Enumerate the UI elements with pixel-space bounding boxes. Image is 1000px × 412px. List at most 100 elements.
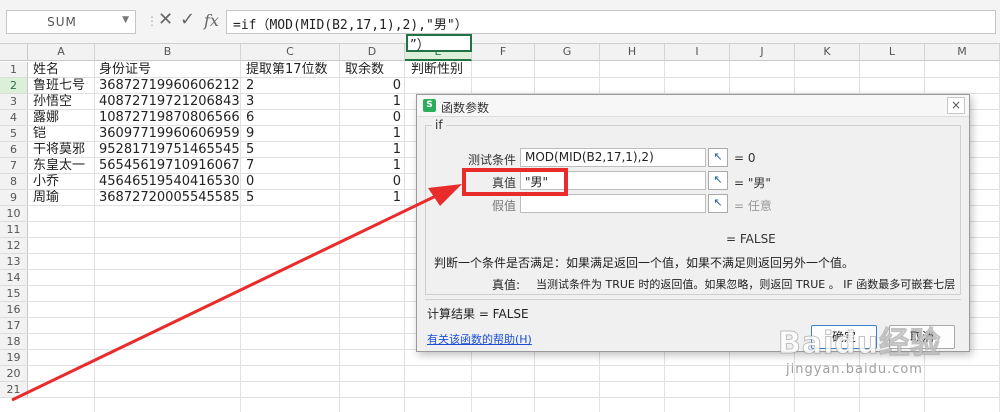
row-header-2[interactable]: 2 — [0, 78, 28, 94]
function-name: if — [432, 118, 446, 132]
row-header-21[interactable]: 21 — [0, 382, 28, 398]
column-header-a[interactable]: A — [28, 44, 95, 61]
range-picker-icon[interactable]: ↖ — [708, 194, 728, 213]
select-all-corner[interactable] — [0, 44, 28, 61]
close-icon[interactable]: × — [947, 97, 965, 114]
range-picker-icon[interactable]: ↖ — [708, 171, 728, 190]
fx-icon[interactable]: fx — [204, 11, 219, 30]
cell-id-number[interactable]: 456465195404165304 — [96, 174, 240, 190]
name-box[interactable]: SUM ▼ — [6, 10, 136, 34]
cell-remainder[interactable]: 0 — [342, 78, 404, 94]
cell-digit[interactable]: 9 — [243, 126, 339, 142]
row-header-14[interactable]: 14 — [0, 270, 28, 286]
row-header-5[interactable]: 5 — [0, 126, 28, 142]
cell-remainder[interactable]: 0 — [342, 174, 404, 190]
row-header-7[interactable]: 7 — [0, 158, 28, 174]
header-cell-gender[interactable]: 判断性别 — [408, 62, 470, 78]
cell-id-number[interactable]: 952817197514655451 — [96, 142, 240, 158]
function-description: 判断一个条件是否满足：如果满足返回一个值，如果不满足则返回另外一个值。 — [434, 256, 855, 270]
row-header-17[interactable]: 17 — [0, 318, 28, 334]
arg-input-false-value[interactable] — [520, 194, 706, 213]
function-arguments-dialog: S 函数参数 × if 测试条件 MOD(MID(B2,17,1),2) ↖ =… — [416, 94, 970, 352]
active-cell-text: ”） — [410, 38, 430, 53]
row-header-20[interactable]: 20 — [0, 366, 28, 382]
column-header-b[interactable]: B — [95, 44, 241, 61]
header-cell-digit[interactable]: 提取第17位数 — [243, 62, 339, 78]
row-header-10[interactable]: 10 — [0, 206, 28, 222]
chevron-down-icon[interactable]: ▼ — [122, 15, 129, 25]
header-cell-name[interactable]: 姓名 — [30, 62, 94, 78]
cell-name[interactable]: 露娜 — [30, 110, 94, 126]
dialog-title-bar[interactable]: S 函数参数 × — [417, 95, 969, 117]
wps-logo-icon: S — [423, 99, 436, 112]
row-header-4[interactable]: 4 — [0, 110, 28, 126]
cell-remainder[interactable]: 1 — [342, 158, 404, 174]
column-header-j[interactable]: J — [730, 44, 795, 61]
header-cell-remainder[interactable]: 取余数 — [342, 62, 404, 78]
row-header-3[interactable]: 3 — [0, 94, 28, 110]
active-cell-e2[interactable]: ”） — [406, 34, 472, 53]
cancel-icon[interactable]: ✕ — [158, 9, 173, 30]
cell-name[interactable]: 鲁班七号 — [30, 78, 94, 94]
cell-name[interactable]: 孙悟空 — [30, 94, 94, 110]
row-header-18[interactable]: 18 — [0, 334, 28, 350]
cell-remainder[interactable]: 1 — [342, 190, 404, 206]
column-header-d[interactable]: D — [340, 44, 405, 61]
row-header-19[interactable]: 19 — [0, 350, 28, 366]
cell-name[interactable]: 小乔 — [30, 174, 94, 190]
cell-remainder[interactable]: 1 — [342, 94, 404, 110]
cell-digit[interactable]: 5 — [243, 142, 339, 158]
column-header-i[interactable]: I — [665, 44, 730, 61]
dialog-title: 函数参数 — [441, 101, 490, 115]
cell-digit[interactable]: 2 — [243, 78, 339, 94]
cell-id-number[interactable]: 368727199606062125 — [96, 78, 240, 94]
row-header-12[interactable]: 12 — [0, 238, 28, 254]
row-header-13[interactable]: 13 — [0, 254, 28, 270]
column-header-l[interactable]: L — [860, 44, 925, 61]
cell-id-number[interactable]: 108727198708065665 — [96, 110, 240, 126]
cell-digit[interactable]: 0 — [243, 174, 339, 190]
argument-description: 当测试条件为 TRUE 时的返回值。如果忽略，则返回 TRUE 。 IF 函数最… — [536, 278, 956, 291]
row-header-6[interactable]: 6 — [0, 142, 28, 158]
row-header-16[interactable]: 16 — [0, 302, 28, 318]
cell-name[interactable]: 铠 — [30, 126, 94, 142]
column-header-c[interactable]: C — [241, 44, 340, 61]
cell-name[interactable]: 干将莫邪 — [30, 142, 94, 158]
cell-name[interactable]: 周瑜 — [30, 190, 94, 206]
cell-id-number[interactable]: 360977199606069594 — [96, 126, 240, 142]
column-header-g[interactable]: G — [535, 44, 600, 61]
row-header-11[interactable]: 11 — [0, 222, 28, 238]
cell-digit[interactable]: 7 — [243, 158, 339, 174]
formula-bar: SUM ▼ ⋮ ✕ ✓ fx =if（MOD(MID(B2,17,1),2),"… — [0, 0, 1000, 44]
cell-remainder[interactable]: 0 — [342, 110, 404, 126]
cell-remainder[interactable]: 1 — [342, 126, 404, 142]
dialog-divider — [425, 299, 961, 300]
cell-id-number[interactable]: 408727197212068435 — [96, 94, 240, 110]
argument-description-label: 真值: — [492, 278, 521, 292]
cell-digit[interactable]: 3 — [243, 94, 339, 110]
cell-digit[interactable]: 5 — [243, 190, 339, 206]
formula-input[interactable]: =if（MOD(MID(B2,17,1),2),"男"） — [226, 10, 996, 34]
column-header-k[interactable]: K — [795, 44, 860, 61]
row-header-1[interactable]: 1 — [0, 62, 28, 78]
arg-input-condition[interactable]: MOD(MID(B2,17,1),2) — [520, 148, 706, 167]
annotation-highlight-box — [462, 168, 568, 196]
range-picker-icon[interactable]: ↖ — [708, 148, 728, 167]
cell-remainder[interactable]: 1 — [342, 142, 404, 158]
column-header-f[interactable]: F — [472, 44, 535, 61]
row-header-15[interactable]: 15 — [0, 286, 28, 302]
cell-id-number[interactable]: 565456197109160671 — [96, 158, 240, 174]
check-icon[interactable]: ✓ — [180, 9, 195, 30]
help-link[interactable]: 有关该函数的帮助(H) — [427, 331, 532, 347]
column-header-m[interactable]: M — [925, 44, 1000, 61]
column-header-h[interactable]: H — [600, 44, 665, 61]
cell-id-number[interactable]: 368727200055455854 — [96, 190, 240, 206]
cell-digit[interactable]: 6 — [243, 110, 339, 126]
row-header-8[interactable]: 8 — [0, 174, 28, 190]
arguments-group: if 测试条件 MOD(MID(B2,17,1),2) ↖ = 0 真值 "男"… — [425, 118, 961, 295]
cell-name[interactable]: 东皇太一 — [30, 158, 94, 174]
arg-label-false-value: 假值 — [491, 199, 516, 213]
header-cell-id[interactable]: 身份证号 — [96, 62, 240, 78]
row-header-9[interactable]: 9 — [0, 190, 28, 206]
overall-result: = FALSE — [726, 232, 776, 246]
